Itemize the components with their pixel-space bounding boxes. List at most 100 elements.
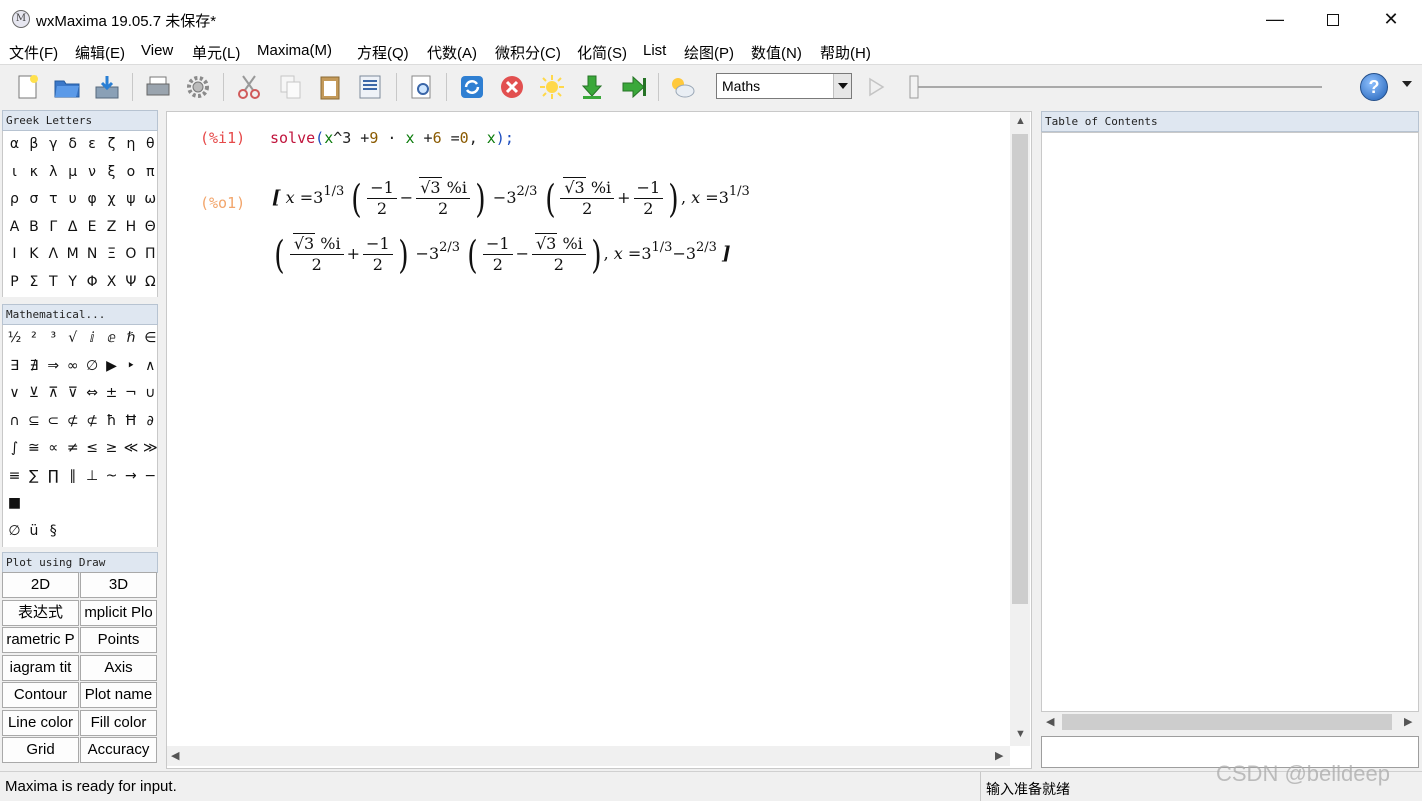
greek-symbol[interactable]: Σ (24, 274, 43, 290)
toc-horizontal-scrollbar[interactable]: ◀ ▶ (1042, 712, 1418, 732)
greek-symbol[interactable]: Ω (141, 274, 160, 290)
menu-view[interactable]: View (141, 42, 173, 59)
cell-style-select[interactable]: Maths (716, 73, 852, 99)
evaluate-icon[interactable] (578, 73, 606, 101)
greek-symbol[interactable]: η (121, 136, 140, 152)
greek-symbol[interactable]: θ (141, 136, 160, 152)
greek-symbol[interactable]: Υ (63, 274, 82, 290)
greek-symbol[interactable]: ν (83, 164, 102, 180)
menu-plot[interactable]: 绘图(P) (684, 42, 734, 63)
worksheet-vertical-scrollbar[interactable]: ▲ ▼ (1010, 112, 1030, 746)
math-symbol[interactable]: ⊼ (44, 385, 63, 401)
greek-symbol[interactable]: ψ (121, 191, 140, 207)
select-all-icon[interactable] (356, 73, 384, 101)
math-symbol[interactable]: ∈ (141, 330, 160, 346)
play-icon[interactable] (866, 76, 886, 98)
greek-symbol[interactable]: Α (5, 219, 24, 235)
greek-symbol[interactable]: Θ (141, 219, 160, 235)
greek-symbol[interactable]: Μ (63, 246, 82, 262)
draw-button[interactable]: Accuracy (80, 737, 157, 763)
close-button[interactable]: ✕ (1362, 0, 1420, 38)
find-icon[interactable] (408, 73, 436, 101)
math-symbol[interactable]: ∫ (5, 440, 24, 456)
greek-symbol[interactable]: π (141, 164, 160, 180)
input-cell[interactable]: solve(x^3 +9 · x +6 =0, x); (270, 129, 514, 147)
scroll-down-icon[interactable]: ▼ (1015, 728, 1026, 740)
math-symbol[interactable]: ² (24, 330, 43, 346)
save-icon[interactable] (93, 73, 121, 101)
math-symbol[interactable]: ∝ (44, 440, 63, 456)
draw-button[interactable]: Line color (2, 709, 79, 736)
scroll-left-icon[interactable]: ◀ (171, 749, 179, 762)
greek-symbol[interactable]: Χ (102, 274, 121, 290)
draw-button[interactable]: 表达式 (2, 599, 79, 626)
math-symbol[interactable]: ü (24, 523, 43, 539)
scroll-thumb[interactable] (1062, 714, 1392, 730)
math-symbol[interactable]: ¬ (121, 385, 140, 401)
greek-symbol[interactable]: Η (121, 219, 140, 235)
menu-cell[interactable]: 单元(L) (192, 42, 240, 63)
math-symbol[interactable]: § (44, 523, 63, 539)
greek-symbol[interactable]: ι (5, 164, 24, 180)
math-symbol[interactable]: ∄ (24, 358, 43, 374)
greek-symbol[interactable]: ω (141, 191, 160, 207)
greek-symbol[interactable]: φ (83, 191, 102, 207)
toc-list[interactable] (1041, 132, 1419, 712)
math-symbol[interactable]: ≅ (24, 440, 43, 456)
math-symbol[interactable]: ½ (5, 330, 24, 346)
math-symbol[interactable]: ⅇ (102, 330, 121, 346)
math-symbol[interactable]: ħ (102, 413, 121, 429)
cut-icon[interactable] (235, 73, 263, 101)
chevron-down-icon[interactable] (833, 74, 851, 98)
settings-gear-icon[interactable] (184, 73, 212, 101)
math-symbol[interactable]: ■ (5, 495, 24, 511)
greek-symbol[interactable]: Π (141, 246, 160, 262)
draw-button[interactable]: Axis (80, 654, 157, 681)
menu-maxima[interactable]: Maxima(M) (257, 42, 332, 59)
math-symbol[interactable]: ∞ (63, 358, 82, 374)
math-symbol[interactable]: ∅ (5, 523, 24, 539)
math-symbol[interactable]: ∪ (141, 385, 160, 401)
math-symbol[interactable]: ⇒ (44, 358, 63, 374)
math-symbol[interactable]: ∧ (141, 358, 160, 374)
help-icon[interactable]: ? (1360, 73, 1388, 101)
math-symbol[interactable]: ⇔ (83, 385, 102, 401)
greek-symbol[interactable]: Κ (24, 246, 43, 262)
math-symbol[interactable]: ≡ (5, 468, 24, 484)
greek-symbol[interactable]: ε (83, 136, 102, 152)
greek-symbol[interactable]: ρ (5, 191, 24, 207)
open-folder-icon[interactable] (53, 73, 81, 101)
scroll-thumb[interactable] (1012, 134, 1028, 604)
restart-icon[interactable] (458, 73, 486, 101)
menu-calculus[interactable]: 微积分(C) (495, 42, 561, 63)
interrupt-icon[interactable] (498, 73, 526, 101)
math-symbol[interactable]: ≤ (83, 440, 102, 456)
scroll-up-icon[interactable]: ▲ (1015, 115, 1026, 127)
scroll-right-icon[interactable]: ▶ (1404, 715, 1412, 728)
menu-equations[interactable]: 方程(Q) (357, 42, 409, 63)
menu-edit[interactable]: 编辑(E) (75, 42, 125, 63)
math-symbol[interactable]: → (121, 468, 140, 484)
greek-symbol[interactable]: λ (44, 164, 63, 180)
draw-button[interactable]: Points (80, 627, 157, 653)
paste-icon[interactable] (316, 73, 344, 101)
menu-simplify[interactable]: 化简(S) (577, 42, 627, 63)
greek-symbol[interactable]: Ο (121, 246, 140, 262)
math-symbol[interactable]: ∩ (5, 413, 24, 429)
draw-button[interactable]: mplicit Plo (80, 599, 157, 626)
math-symbol[interactable]: ≠ (63, 440, 82, 456)
greek-symbol[interactable]: Β (24, 219, 43, 235)
menu-numeric[interactable]: 数值(N) (751, 42, 802, 63)
math-symbol[interactable]: ~ (102, 468, 121, 484)
greek-symbol[interactable]: Ρ (5, 274, 24, 290)
math-symbol[interactable]: ∨ (5, 385, 24, 401)
follow-icon[interactable] (538, 73, 566, 101)
greek-symbol[interactable]: ζ (102, 136, 121, 152)
draw-button[interactable]: 2D (2, 572, 79, 598)
greek-symbol[interactable]: Δ (63, 219, 82, 235)
greek-symbol[interactable]: Λ (44, 246, 63, 262)
greek-symbol[interactable]: σ (24, 191, 43, 207)
greek-symbol[interactable]: Ζ (102, 219, 121, 235)
math-symbol[interactable]: ∏ (44, 468, 63, 484)
math-symbol[interactable]: − (141, 468, 160, 484)
